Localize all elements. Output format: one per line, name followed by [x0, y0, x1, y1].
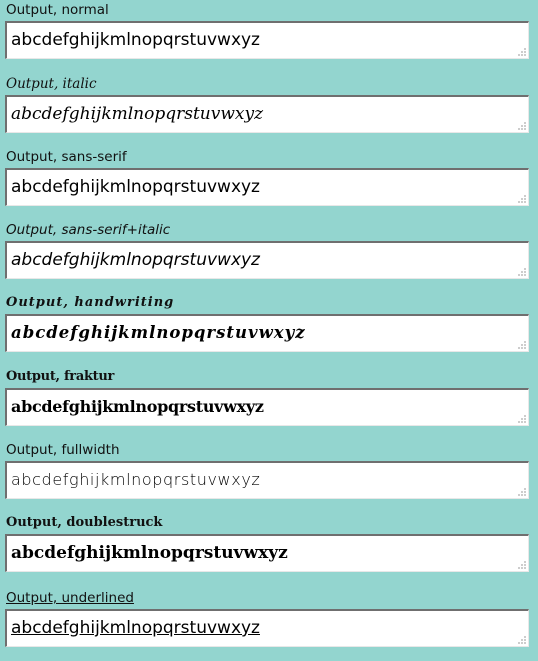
output-block-sans-serif: Output, sans-serif abcdefghijkmlnopqrstu… [0, 147, 538, 220]
value-doublestruck[interactable]: abcdefghijkmlnopqrstuvwxyz [11, 543, 288, 563]
value-italic[interactable]: abcdefghijkmlnopqrstuvwxyz [11, 104, 263, 124]
output-block-doublestruck: Output, doublestruck abcdefghijkmlnopqrs… [0, 513, 538, 586]
label-fraktur: Output, fraktur [6, 369, 115, 384]
textarea-handwriting[interactable]: abcdefghijkmlnopqrstuvwxyz [5, 314, 529, 352]
resize-grip-icon[interactable] [517, 121, 527, 131]
resize-grip-icon[interactable] [517, 414, 527, 424]
value-fullwidth[interactable]: abcdefghijkmlnopqrstuvwxyz [11, 470, 260, 490]
resize-grip-icon[interactable] [517, 47, 527, 57]
output-block-handwriting: Output, handwriting abcdefghijkmlnopqrst… [0, 293, 538, 366]
value-sans-serif[interactable]: abcdefghijkmlnopqrstuvwxyz [11, 177, 260, 197]
value-fraktur[interactable]: abcdefghijkmlnopqrstuvwxyz [11, 397, 264, 417]
resize-grip-icon[interactable] [517, 487, 527, 497]
output-block-underlined: Output, underlined abcdefghijkmlnopqrstu… [0, 588, 538, 661]
label-underlined: Output, underlined [6, 590, 134, 606]
output-block-sans-serif-italic: Output, sans-serif+italic abcdefghijkmln… [0, 220, 538, 293]
label-handwriting: Output, handwriting [6, 295, 175, 310]
textarea-fullwidth[interactable]: abcdefghijkmlnopqrstuvwxyz [5, 461, 529, 499]
resize-grip-icon[interactable] [517, 194, 527, 204]
textarea-sans-serif-italic[interactable]: abcdefghijkmlnopqrstuvwxyz [5, 241, 529, 279]
output-block-fraktur: Output, fraktur abcdefghijkmlnopqrstuvwx… [0, 367, 538, 440]
output-block-fullwidth: Output, fullwidth abcdefghijkmlnopqrstuv… [0, 440, 538, 513]
textarea-fraktur[interactable]: abcdefghijkmlnopqrstuvwxyz [5, 388, 529, 426]
value-sans-serif-italic[interactable]: abcdefghijkmlnopqrstuvwxyz [11, 250, 260, 270]
value-handwriting[interactable]: abcdefghijkmlnopqrstuvwxyz [11, 323, 306, 343]
label-fullwidth: Output, fullwidth [6, 442, 120, 458]
resize-grip-icon[interactable] [517, 560, 527, 570]
output-block-italic: Output, italic abcdefghijkmlnopqrstuvwxy… [0, 74, 538, 147]
value-underlined[interactable]: abcdefghijkmlnopqrstuvwxyz [11, 618, 260, 638]
resize-grip-icon[interactable] [517, 340, 527, 350]
label-sans-serif: Output, sans-serif [6, 149, 127, 165]
label-normal: Output, normal [6, 2, 109, 18]
textarea-normal[interactable]: abcdefghijkmlnopqrstuvwxyz [5, 21, 529, 59]
textarea-underlined[interactable]: abcdefghijkmlnopqrstuvwxyz [5, 609, 529, 647]
label-sans-serif-italic: Output, sans-serif+italic [6, 222, 171, 238]
value-normal[interactable]: abcdefghijkmlnopqrstuvwxyz [11, 30, 260, 50]
label-italic: Output, italic [6, 76, 97, 92]
output-block-normal: Output, normal abcdefghijkmlnopqrstuvwxy… [0, 0, 538, 73]
resize-grip-icon[interactable] [517, 635, 527, 645]
textarea-italic[interactable]: abcdefghijkmlnopqrstuvwxyz [5, 95, 529, 133]
resize-grip-icon[interactable] [517, 267, 527, 277]
textarea-sans-serif[interactable]: abcdefghijkmlnopqrstuvwxyz [5, 168, 529, 206]
textarea-doublestruck[interactable]: abcdefghijkmlnopqrstuvwxyz [5, 534, 529, 572]
label-doublestruck: Output, doublestruck [6, 515, 163, 530]
